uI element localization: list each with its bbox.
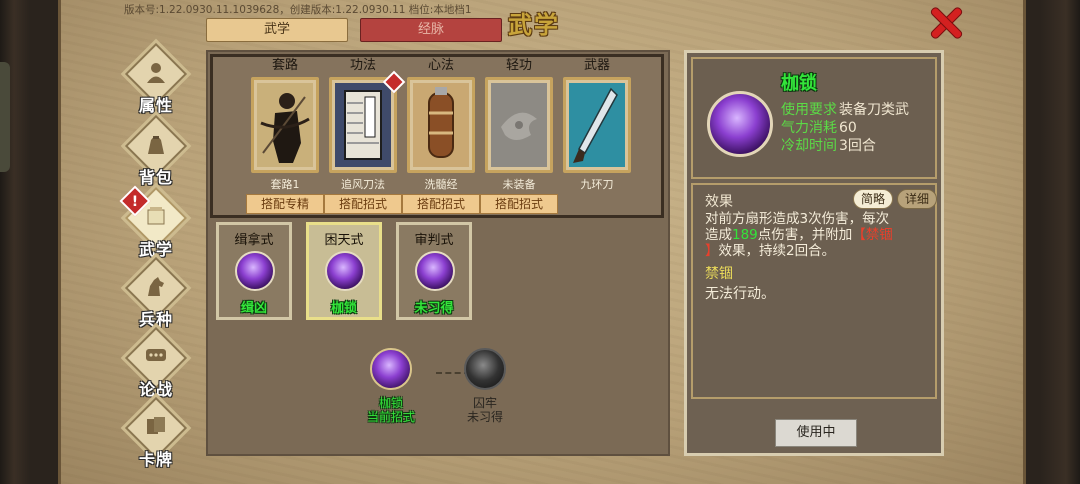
chain-lock-icon: [464, 348, 506, 390]
sidebar-item-cards[interactable]: 卡牌: [124, 396, 188, 469]
status-name: 禁锢: [705, 266, 733, 282]
chat-icon: [144, 344, 168, 368]
effect-description: 对前方扇形造成3次伤害，每次 造成189点伤害，并附加【禁锢 】效果，持续2回合…: [705, 211, 893, 259]
slot-name: 洗髓经: [424, 178, 458, 191]
brief-toggle[interactable]: 简略: [853, 189, 893, 209]
stat-cost: 气力消耗 60: [781, 120, 857, 136]
edge-handle[interactable]: [0, 62, 10, 172]
game-screen: 版本号:1.22.0930.11.1039628，创建版本:1.22.0930.…: [0, 0, 1080, 484]
slot-mind: 心法 洗髓经 搭配招式: [402, 57, 480, 214]
scroll-art: [413, 83, 469, 167]
slot-card[interactable]: [485, 77, 553, 173]
sidebar-item-troops[interactable]: 兵种: [124, 256, 188, 329]
equipment-slots: 套路 套路1 搭配专精 功法 追风刀法 搭配招式 心法 洗髓经 搭配招式 轻功 …: [210, 54, 664, 218]
cards-icon: [144, 414, 168, 438]
slot-routine: 套路 套路1 搭配专精: [246, 57, 324, 214]
sidebar-item-martial[interactable]: 武学 !: [119, 185, 188, 259]
match-move-button[interactable]: 搭配招式: [324, 194, 402, 214]
slot-category: 武器: [583, 58, 610, 73]
skill-orb-icon: [707, 91, 773, 157]
slot-name: 九环刀: [580, 178, 614, 191]
slot-card[interactable]: [329, 70, 406, 173]
sidebar-item-label: 属性: [138, 96, 173, 115]
skill-header: 枷锁 使用要求 装备刀类武 气力消耗 60 冷却时间 3回合: [691, 57, 937, 179]
effect-title: 效果: [705, 194, 733, 210]
effect-box: 效果 简略 详细 对前方扇形造成3次伤害，每次 造成189点伤害，并附加【禁锢 …: [691, 183, 937, 399]
move-card[interactable]: 缉拿式 缉凶: [216, 222, 292, 320]
page-title: 武学: [508, 11, 560, 39]
person-icon: [144, 60, 168, 84]
move-status: 枷锁: [330, 301, 357, 316]
move-status: 缉凶: [240, 301, 267, 316]
match-move-button[interactable]: 搭配招式: [480, 194, 558, 214]
move-name: 缉拿式: [234, 233, 274, 248]
version-text: 版本号:1.22.0930.11.1039628，创建版本:1.22.0930.…: [124, 4, 472, 16]
sidebar-item-bag[interactable]: 背包: [124, 114, 188, 187]
slot-card[interactable]: [407, 77, 475, 173]
match-specialty-button[interactable]: 搭配专精: [246, 194, 324, 214]
sidebar-item-attributes[interactable]: 属性: [124, 42, 188, 115]
tab-wuxue[interactable]: 武学: [206, 18, 348, 42]
slot-category: 功法: [349, 58, 376, 73]
book-art: [335, 83, 391, 167]
move-card-selected[interactable]: 困天式 枷锁: [306, 222, 382, 320]
move-status: 未习得: [414, 301, 454, 316]
match-move-button[interactable]: 搭配招式: [402, 194, 480, 214]
slot-card[interactable]: [251, 77, 319, 173]
close-icon[interactable]: [929, 6, 963, 40]
slot-card[interactable]: [563, 77, 631, 173]
detail-toggle[interactable]: 详细: [897, 189, 937, 209]
chain-node-sub: 未习得: [466, 410, 503, 424]
slot-name: 未装备: [502, 178, 536, 191]
swordsman-art: [257, 83, 313, 167]
slot-technique: 功法 追风刀法 搭配招式: [324, 57, 406, 214]
in-use-button[interactable]: 使用中: [775, 419, 857, 447]
move-orb-icon: [325, 251, 365, 291]
chain-node-title: 囚牢: [472, 396, 497, 410]
move-orb-icon: [415, 251, 455, 291]
sidebar-item-debate[interactable]: 论战: [124, 326, 188, 399]
move-card[interactable]: 审判式 未习得: [396, 222, 472, 320]
tab-jingmai[interactable]: 经脉: [360, 18, 502, 42]
slot-name: 追风刀法: [341, 178, 385, 191]
stat-requirement: 使用要求 装备刀类武: [781, 102, 909, 118]
chain-node-sub: 当前招式: [366, 410, 415, 424]
chain-node-title: 枷锁: [378, 396, 403, 410]
slot-category: 轻功: [505, 58, 532, 73]
slot-weapon: 武器 九环刀: [563, 57, 631, 191]
sidebar-item-label: 卡牌: [138, 450, 173, 469]
blade-art: [569, 83, 625, 167]
chain-node-icon: [370, 348, 412, 390]
alert-mark: !: [131, 194, 139, 210]
slot-lightness: 轻功 未装备 搭配招式: [480, 57, 558, 214]
horse-icon: [144, 274, 168, 298]
slot-name: 套路1: [270, 178, 300, 191]
martial-panel: 套路 套路1 搭配专精 功法 追风刀法 搭配招式 心法 洗髓经 搭配招式 轻功 …: [206, 50, 670, 456]
empty-dragon-art: [491, 83, 547, 167]
skill-detail-panel: 枷锁 使用要求 装备刀类武 气力消耗 60 冷却时间 3回合 效果 简略 详细 对前方…: [684, 50, 944, 456]
sidebar-item-label: 背包: [138, 168, 173, 187]
stat-cooldown: 冷却时间 3回合: [781, 138, 876, 154]
scroll-icon: [144, 204, 168, 228]
slot-category: 心法: [427, 58, 454, 73]
move-name: 审判式: [414, 233, 454, 248]
bag-icon: [144, 132, 168, 156]
slot-category: 套路: [271, 58, 298, 73]
status-description: 无法行动。: [705, 286, 775, 302]
skill-name: 枷锁: [781, 73, 817, 94]
move-orb-icon: [235, 251, 275, 291]
move-name: 困天式: [324, 233, 364, 248]
